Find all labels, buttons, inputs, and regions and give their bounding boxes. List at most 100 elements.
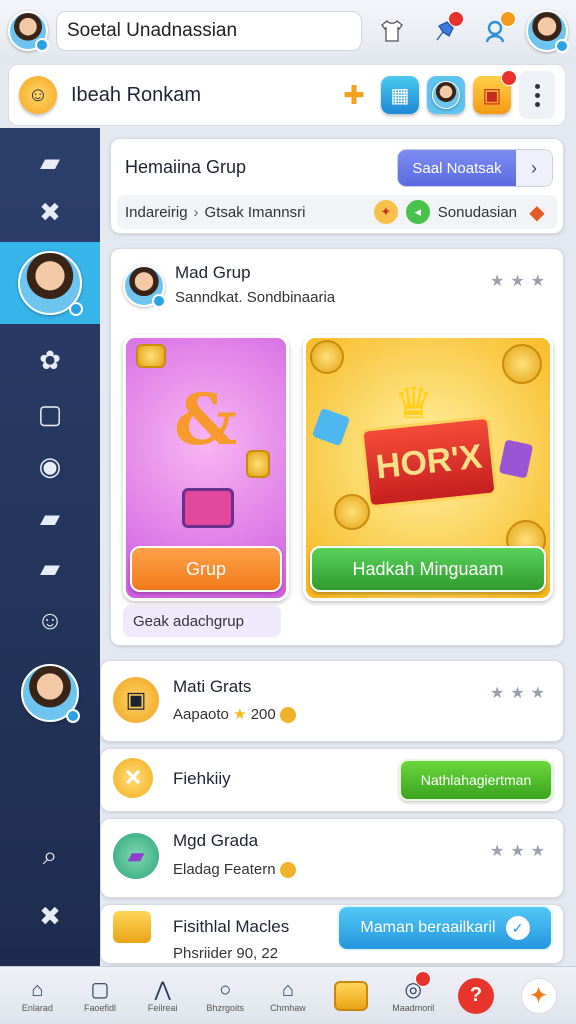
list-item[interactable]: Fisithlal Macles Phsriider 90, 22 Maman … xyxy=(100,904,564,964)
sidebar-item-tools[interactable]: ✖ xyxy=(0,190,100,234)
row-title: Mati Grats xyxy=(173,677,252,696)
puzzle-icon[interactable]: ✚ xyxy=(335,76,373,114)
filter-chip[interactable]: Geak adachgrup xyxy=(123,605,281,637)
list-item[interactable]: ✕ Fiehkiiy Nathlahagiertman xyxy=(100,748,564,812)
nav-house[interactable]: ⌂ Chmhaw xyxy=(258,969,318,1023)
list-item[interactable]: ▣ Mati Grats Aapaoto ★ 200 ★★★ xyxy=(100,660,564,742)
sidebar-item-bag[interactable]: ▰ xyxy=(0,546,100,590)
sidebar-item-folder[interactable]: ▢ xyxy=(0,392,100,436)
gift-icon[interactable]: ✦ xyxy=(373,200,398,224)
rating-stars[interactable]: ★★★ xyxy=(490,271,551,291)
star-icon: ★ xyxy=(233,706,247,723)
notification-badge xyxy=(448,11,464,27)
row-action-label: Nathlahagiertman xyxy=(420,772,532,788)
chevron-right-icon[interactable]: › xyxy=(516,150,552,186)
sidebar-item-settings[interactable]: ✖ xyxy=(0,894,100,938)
nav-search[interactable]: ○ Bhzrgoits xyxy=(195,969,255,1023)
group-promo-card: Mad Grup Sanndkat. Sondbinaaria ★★★ & Gr… xyxy=(110,248,564,646)
group-avatar xyxy=(123,265,166,308)
coin-icon xyxy=(310,340,344,374)
sidebar-item-briefcase[interactable]: ▰ xyxy=(0,140,100,184)
sidebar-item-user[interactable]: ◉ xyxy=(0,444,100,488)
sidebar-item-search[interactable]: ⌕ xyxy=(0,834,100,878)
sidebar-item-bug[interactable]: ✿ xyxy=(0,338,100,382)
app-avatar xyxy=(432,81,460,109)
page-title: Ibeah Ronkam xyxy=(71,83,202,106)
breadcrumb-end[interactable]: Sonudasian xyxy=(438,204,517,221)
sidebar-item-camera[interactable]: ▰ xyxy=(0,496,100,540)
nav-gold[interactable] xyxy=(321,969,381,1023)
top-bar: Soetal Unadnassian xyxy=(0,0,576,62)
more-menu-button[interactable] xyxy=(519,71,555,119)
back-icon[interactable]: ◂ xyxy=(405,200,430,224)
red-badge-icon: ? xyxy=(457,977,494,1014)
bottom-nav: ⌂ Enlarad ▢ Faoefidl ⋀ Feilreai ○ Bhzrgo… xyxy=(0,966,576,1024)
reward-button-label: Hadkah Minguaam xyxy=(352,558,504,579)
gift-box-icon: ▣ xyxy=(113,677,159,723)
group-subtitle: Sanndkat. Sondbinaaria xyxy=(175,289,336,306)
gift-text: HOR'X xyxy=(374,437,484,486)
account-avatar[interactable] xyxy=(526,10,569,53)
group-action-button[interactable]: Saal Noatsak › xyxy=(397,149,553,187)
row-action-button[interactable]: Maman beraailkaril ✓ xyxy=(337,905,553,951)
avatar-app-icon[interactable] xyxy=(427,76,465,114)
profile-avatar[interactable] xyxy=(8,11,49,52)
close-icon[interactable]: ✕ xyxy=(113,758,153,798)
nav-chat[interactable]: ◎ Maadmoril xyxy=(383,969,443,1023)
nav-tent[interactable]: ⋀ Feilreai xyxy=(133,969,193,1023)
breadcrumb: Indareirig › Gtsak Imannsri ✦ ◂ Sonudasi… xyxy=(117,195,557,229)
group-button[interactable]: Grup xyxy=(130,546,282,592)
verified-icon xyxy=(35,38,49,52)
verified-icon xyxy=(66,709,80,723)
user-alert-icon[interactable] xyxy=(474,11,518,51)
group-action-label: Saal Noatsak xyxy=(398,150,516,186)
check-icon: ✓ xyxy=(505,916,530,940)
bot-icon[interactable]: ☺ xyxy=(19,76,57,114)
promo-tile-reward[interactable]: ♛ HOR'X Hadkah Minguaam xyxy=(303,335,553,601)
nav-orange[interactable]: ✦ xyxy=(509,969,569,1023)
notification-badge xyxy=(500,11,516,27)
house-icon: ⌂ xyxy=(281,978,294,1001)
coin-icon xyxy=(279,707,296,724)
sidebar-item-smile[interactable]: ☺ xyxy=(0,598,100,642)
home-icon: ⌂ xyxy=(31,978,44,1001)
breadcrumb-second[interactable]: Gtsak Imannsri xyxy=(205,204,306,221)
verified-icon xyxy=(152,294,166,308)
nav-box[interactable]: ▢ Faoefidl xyxy=(70,969,130,1023)
nav-label: Bhzrgoits xyxy=(206,1002,245,1013)
reward-button[interactable]: Hadkah Minguaam xyxy=(310,546,546,592)
gift-box-icon xyxy=(182,488,234,528)
nav-home[interactable]: ⌂ Enlarad xyxy=(7,969,67,1023)
verified-icon xyxy=(555,39,569,53)
rating-stars[interactable]: ★★★ xyxy=(490,683,551,703)
rating-stars[interactable]: ★★★ xyxy=(490,841,551,861)
search-input[interactable]: Soetal Unadnassian xyxy=(56,11,362,51)
sidebar: ▰ ✖ ✿ ▢ ◉ ▰ ▰ ☺ ⌕ ✖ xyxy=(0,128,100,966)
box-icon[interactable]: ◆ xyxy=(525,200,549,224)
orange-badge-icon: ✦ xyxy=(520,977,557,1014)
row-subtitle: Aapaoto ★ 200 xyxy=(173,705,296,724)
gold-bar-icon xyxy=(113,911,151,943)
chest-app-icon[interactable]: ▣ xyxy=(473,70,517,114)
chevron-right-icon: › xyxy=(193,203,199,221)
row-action-label: Maman beraailkaril xyxy=(360,919,496,936)
search-icon: ○ xyxy=(219,978,232,1001)
pin-icon[interactable] xyxy=(422,11,466,51)
list-item[interactable]: ▰ Mgd Grada Eladag Featern ★★★ xyxy=(100,818,564,898)
shirt-icon[interactable] xyxy=(370,11,414,51)
row-subtitle: Phsriider 90, 22 xyxy=(173,945,279,962)
sidebar-item-profile[interactable] xyxy=(0,242,100,324)
row-action-button[interactable]: Nathlahagiertman xyxy=(399,759,553,801)
nav-red[interactable]: ? xyxy=(446,969,506,1023)
wallet-icon: ▰ xyxy=(113,833,159,879)
nav-label: Enlarad xyxy=(21,1002,53,1013)
folder-app-icon[interactable]: ▦ xyxy=(381,76,419,114)
sidebar-item-friend[interactable] xyxy=(0,658,100,728)
nav-label: Maadmoril xyxy=(392,1002,435,1013)
gold-bar-icon xyxy=(333,980,368,1011)
breadcrumb-first[interactable]: Indareirig xyxy=(125,204,188,221)
promo-tile-group[interactable]: & Grup xyxy=(123,335,289,601)
nav-label: Faoefidl xyxy=(83,1002,116,1013)
row-title: Fiehkiiy xyxy=(173,769,231,788)
nav-label: Feilreai xyxy=(147,1002,178,1013)
